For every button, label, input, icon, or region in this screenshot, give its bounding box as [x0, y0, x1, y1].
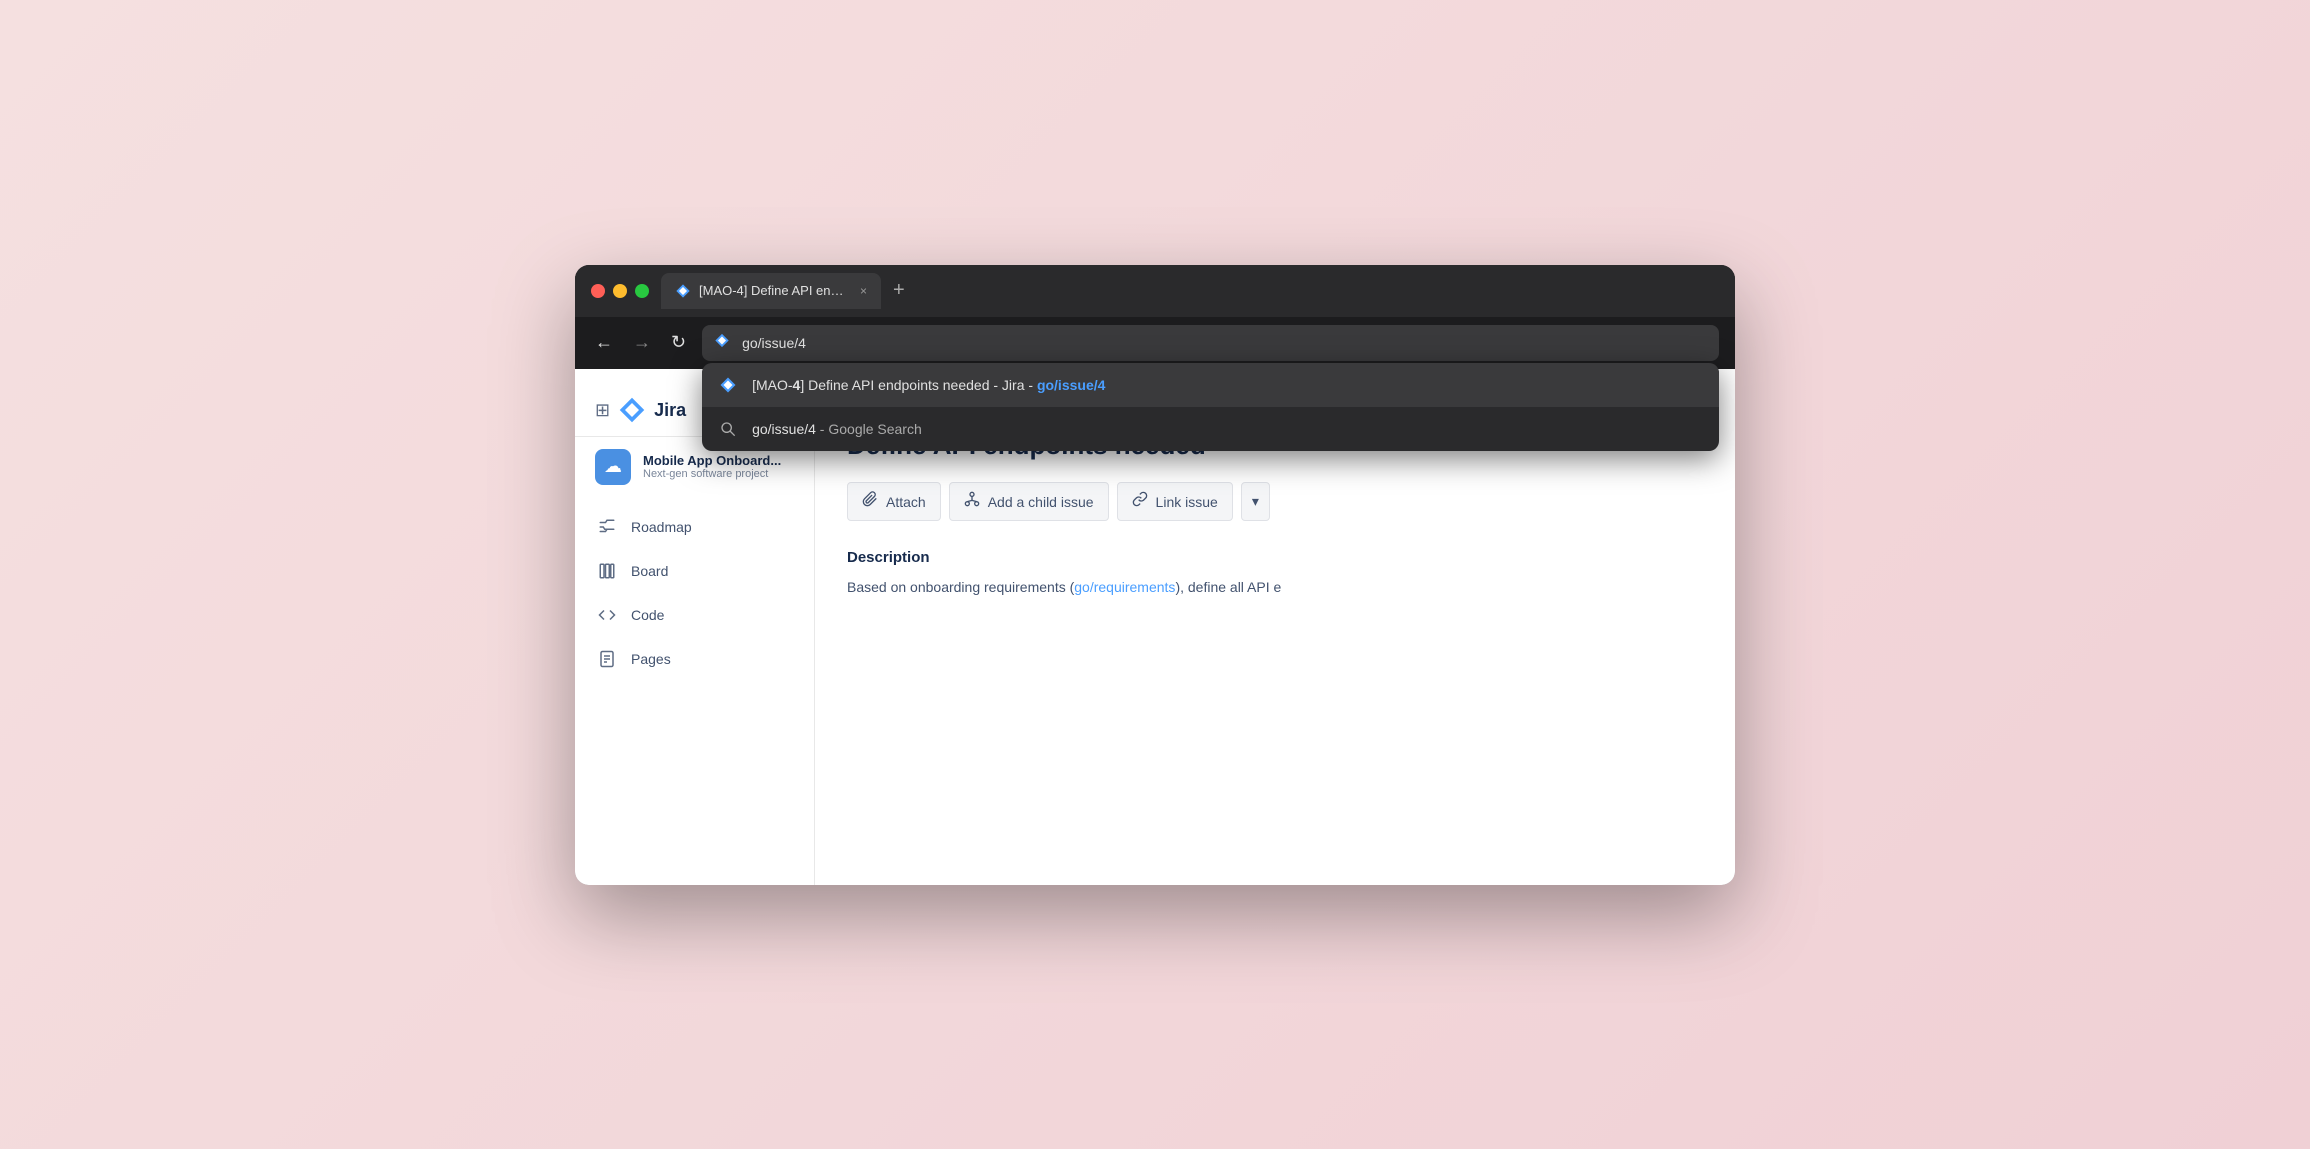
autocomplete-item-text-jira: [MAO-4] Define API endpoints needed - Ji…: [752, 377, 1703, 393]
sidebar-item-board[interactable]: Board: [575, 549, 814, 593]
browser-window: [MAO-4] Define API endpoints × + ← → ↻ g…: [575, 265, 1735, 885]
forward-button[interactable]: →: [629, 328, 655, 357]
attach-button[interactable]: Attach: [847, 482, 941, 521]
autocomplete-item-search[interactable]: go/issue/4 - Google Search: [702, 407, 1719, 451]
more-actions-dropdown[interactable]: ▾: [1241, 482, 1270, 521]
minimize-window-button[interactable]: [613, 284, 627, 298]
link-issue-button[interactable]: Link issue: [1117, 482, 1233, 521]
close-window-button[interactable]: [591, 284, 605, 298]
description-text: Based on onboarding requirements (go/req…: [847, 576, 1703, 598]
autocomplete-search-icon: [718, 419, 738, 439]
traffic-lights: [591, 284, 649, 298]
autocomplete-item-text-search: go/issue/4 - Google Search: [752, 421, 1703, 437]
url-text: go/issue/4: [742, 335, 806, 351]
link-icon: [1132, 491, 1148, 512]
child-issue-label: Add a child issue: [988, 494, 1094, 510]
project-name: Mobile App Onboard...: [643, 453, 794, 468]
pages-label: Pages: [631, 651, 671, 667]
refresh-button[interactable]: ↻: [667, 328, 690, 357]
roadmap-label: Roadmap: [631, 519, 692, 535]
title-bar: [MAO-4] Define API endpoints × +: [575, 265, 1735, 317]
url-bar-container: go/issue/4 [MAO-4] Define API endpoints …: [702, 325, 1719, 361]
tab-title: [MAO-4] Define API endpoints: [699, 283, 848, 298]
tab-close-button[interactable]: ×: [860, 284, 867, 298]
board-icon: [595, 559, 619, 583]
attach-icon: [862, 491, 878, 512]
autocomplete-dropdown: [MAO-4] Define API endpoints needed - Ji…: [702, 363, 1719, 451]
browser-tab-active[interactable]: [MAO-4] Define API endpoints ×: [661, 273, 881, 309]
autocomplete-search-text: go/issue/4: [752, 421, 816, 437]
action-buttons: Attach Add a child issue: [847, 482, 1703, 521]
sidebar-item-code[interactable]: Code: [575, 593, 814, 637]
code-icon: [595, 603, 619, 627]
url-favicon: [714, 332, 730, 353]
roadmap-icon: [595, 515, 619, 539]
tab-favicon: [675, 283, 691, 299]
dropdown-chevron: ▾: [1252, 493, 1259, 510]
project-type: Next-gen software project: [643, 468, 794, 480]
add-child-issue-button[interactable]: Add a child issue: [949, 482, 1109, 521]
autocomplete-item-jira[interactable]: [MAO-4] Define API endpoints needed - Ji…: [702, 363, 1719, 407]
link-issue-label: Link issue: [1156, 494, 1218, 510]
tab-bar: [MAO-4] Define API endpoints × +: [661, 273, 1719, 309]
maximize-window-button[interactable]: [635, 284, 649, 298]
project-info: Mobile App Onboard... Next-gen software …: [643, 453, 794, 480]
url-input[interactable]: go/issue/4: [702, 325, 1719, 361]
description-prefix: Based on onboarding requirements (: [847, 579, 1074, 595]
grid-icon[interactable]: ⊞: [595, 400, 610, 421]
autocomplete-text-mid: ] Define API endpoints needed - Jira -: [800, 377, 1037, 393]
code-label: Code: [631, 607, 664, 623]
url-bar-row: ← → ↻ go/issue/4: [575, 317, 1735, 369]
autocomplete-link: go/issue/4: [1037, 377, 1105, 393]
new-tab-button[interactable]: +: [885, 275, 913, 306]
sidebar-item-roadmap[interactable]: Roadmap: [575, 505, 814, 549]
sidebar-item-pages[interactable]: Pages: [575, 637, 814, 681]
description-title: Description: [847, 549, 1703, 566]
autocomplete-text-prefix: [MAO-: [752, 377, 792, 393]
jira-diamond-icon: [618, 396, 646, 424]
board-label: Board: [631, 563, 668, 579]
pages-icon: [595, 647, 619, 671]
back-button[interactable]: ←: [591, 328, 617, 357]
description-section: Description Based on onboarding requirem…: [847, 549, 1703, 598]
description-link[interactable]: go/requirements: [1074, 579, 1175, 595]
child-issue-icon: [964, 491, 980, 512]
autocomplete-jira-icon: [718, 375, 738, 395]
project-avatar: ☁: [595, 449, 631, 485]
autocomplete-search-suffix: - Google Search: [816, 421, 922, 437]
attach-label: Attach: [886, 494, 926, 510]
description-suffix: ), define all API e: [1175, 579, 1281, 595]
jira-logo-text: Jira: [654, 400, 686, 421]
